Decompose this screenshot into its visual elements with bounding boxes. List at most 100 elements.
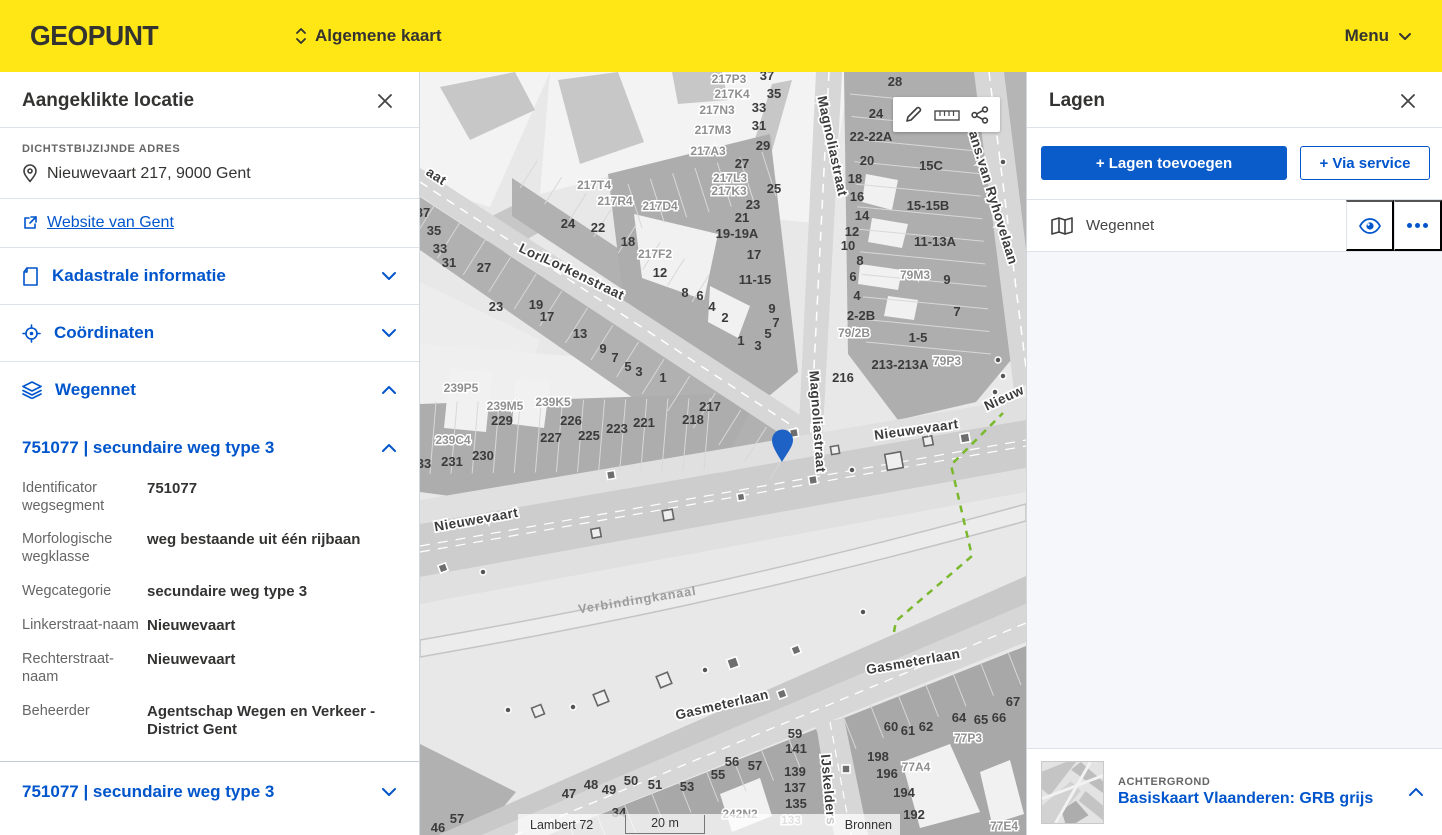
- map-switcher[interactable]: Algemene kaart: [295, 26, 442, 46]
- projection-label: Lambert 72: [530, 818, 593, 832]
- layer-row-wegennet: Wegennet: [1027, 200, 1442, 252]
- map-label: 66: [992, 710, 1006, 725]
- utility-square-marker: [960, 433, 970, 443]
- map-viewport[interactable]: aatLorkLorkenstraatMagnoliastraatMagnoli…: [420, 72, 1026, 835]
- map-label: 217M3: [695, 123, 732, 137]
- map-label: 226: [560, 413, 582, 428]
- map-label: 18: [848, 171, 862, 186]
- visibility-eye-icon[interactable]: [1346, 200, 1394, 251]
- map-label: 79/2B: [838, 326, 870, 340]
- road-segment-heading[interactable]: 751077 | secundaire weg type 3: [0, 418, 419, 472]
- map-label: 77P3: [954, 731, 982, 745]
- field-label: Morfologische wegklasse: [22, 531, 147, 566]
- map-label: 46: [431, 820, 445, 835]
- field-label: Rechterstraat-naam: [22, 651, 147, 686]
- background-thumbnail[interactable]: [1041, 761, 1104, 824]
- map-label: 223: [606, 421, 628, 436]
- background-name[interactable]: Basiskaart Vlaanderen: GRB grijs: [1118, 790, 1394, 808]
- ruler-icon[interactable]: [932, 106, 962, 124]
- layers-icon: [22, 381, 42, 399]
- background-layer-row: ACHTERGROND Basiskaart Vlaanderen: GRB g…: [1027, 748, 1442, 835]
- map-label: 65: [974, 712, 988, 727]
- map-label: 59: [788, 726, 802, 741]
- map-label: 21: [735, 210, 749, 225]
- map-label: 213-213A: [871, 357, 929, 372]
- map-label: 77E4: [990, 819, 1018, 833]
- panel-title: Lagen: [1049, 90, 1105, 112]
- close-icon[interactable]: [1396, 89, 1420, 113]
- map-toolbar: [893, 97, 1000, 132]
- map-label: 192: [903, 807, 925, 822]
- clicked-location-panel: Aangeklikte locatie DICHTSTBIJZIJNDE ADR…: [0, 72, 420, 835]
- map-label: 139: [784, 764, 806, 779]
- field-label: Beheerder: [22, 703, 147, 740]
- pencil-icon[interactable]: [902, 103, 925, 126]
- chevron-down-icon: [381, 271, 397, 281]
- map-label: 227: [540, 430, 562, 445]
- website-link[interactable]: Website van Gent: [47, 214, 174, 232]
- map-label: 239C4: [435, 433, 471, 447]
- layer-item[interactable]: Wegennet: [1027, 200, 1346, 251]
- nearest-address: Nieuwevaart 217, 9000 Gent: [47, 165, 251, 183]
- map-label: 9: [943, 272, 950, 287]
- map-label: 15C: [919, 158, 943, 173]
- section-kadastrale-informatie[interactable]: Kadastrale informatie: [0, 248, 419, 305]
- close-icon[interactable]: [373, 89, 397, 113]
- field-label: Wegcategorie: [22, 583, 147, 601]
- map-label: 13: [573, 326, 587, 341]
- layer-options-icon[interactable]: [1394, 200, 1442, 251]
- map-label: 2-2B: [847, 308, 875, 323]
- map-label: 35: [767, 86, 781, 101]
- map-label: 22-22A: [850, 129, 893, 144]
- chevron-down-icon: [381, 787, 397, 797]
- updown-chevron-icon: [295, 27, 307, 45]
- map-label: 28: [888, 74, 902, 89]
- map-label: 8: [856, 253, 863, 268]
- menu-button[interactable]: Menu: [1345, 26, 1412, 46]
- field-value: Nieuwevaart: [147, 617, 397, 635]
- section-label: Wegennet: [55, 380, 368, 400]
- scale-bar: 20 m: [625, 815, 705, 834]
- field-value: weg bestaande uit één rijbaan: [147, 531, 397, 566]
- road-segment-fields: Identificator wegsegment 751077 Morfolog…: [0, 472, 419, 757]
- utility-square-marker: [842, 765, 850, 773]
- map-label: 217P3: [712, 72, 747, 86]
- chevron-up-icon[interactable]: [1408, 787, 1424, 797]
- utility-square-marker: [830, 445, 839, 454]
- basemap: aatLorkLorkenstraatMagnoliastraatMagnoli…: [420, 72, 1026, 835]
- map-label: 141: [785, 741, 807, 756]
- map-label: 33: [420, 456, 431, 471]
- field-label: Linkerstraat-naam: [22, 617, 147, 635]
- chevron-down-icon: [381, 328, 397, 338]
- section-coordinaten[interactable]: Coördinaten: [0, 305, 419, 362]
- map-label: 27: [735, 156, 749, 171]
- field-value: secundaire weg type 3: [147, 583, 397, 601]
- map-label: 27: [477, 260, 491, 275]
- share-icon[interactable]: [969, 104, 991, 126]
- geopunt-app: GEOPUNT Algemene kaart Menu Aangeklikte …: [0, 0, 1442, 835]
- map-label: 194: [893, 785, 915, 800]
- utility-square-marker: [737, 493, 745, 501]
- map-label: 25: [767, 181, 781, 196]
- map-label: 48: [584, 777, 598, 792]
- map-label: 50: [624, 773, 638, 788]
- road-segment-heading-2[interactable]: 751077 | secundaire weg type 3: [0, 762, 419, 816]
- via-service-button[interactable]: + Via service: [1300, 146, 1430, 180]
- section-wegennet[interactable]: Wegennet: [0, 362, 419, 418]
- geopunt-logo[interactable]: GEOPUNT: [30, 20, 158, 52]
- map-label: 6: [696, 288, 703, 303]
- map-label: 57: [450, 811, 464, 826]
- map-label: 29: [756, 138, 770, 153]
- map-label: 217N3: [699, 103, 735, 117]
- map-label: 221: [633, 415, 655, 430]
- map-label: 79M3: [900, 268, 930, 282]
- utility-square-marker: [438, 563, 448, 573]
- sources-link[interactable]: Bronnen: [845, 818, 892, 832]
- map-label: 4: [708, 299, 716, 314]
- map-label: 217K4: [714, 87, 750, 101]
- add-layers-button[interactable]: + Lagen toevoegen: [1041, 146, 1287, 180]
- utility-square-marker: [606, 470, 615, 479]
- map-label: 8: [681, 285, 688, 300]
- map-switcher-label: Algemene kaart: [315, 26, 442, 46]
- map-label: 33: [433, 241, 447, 256]
